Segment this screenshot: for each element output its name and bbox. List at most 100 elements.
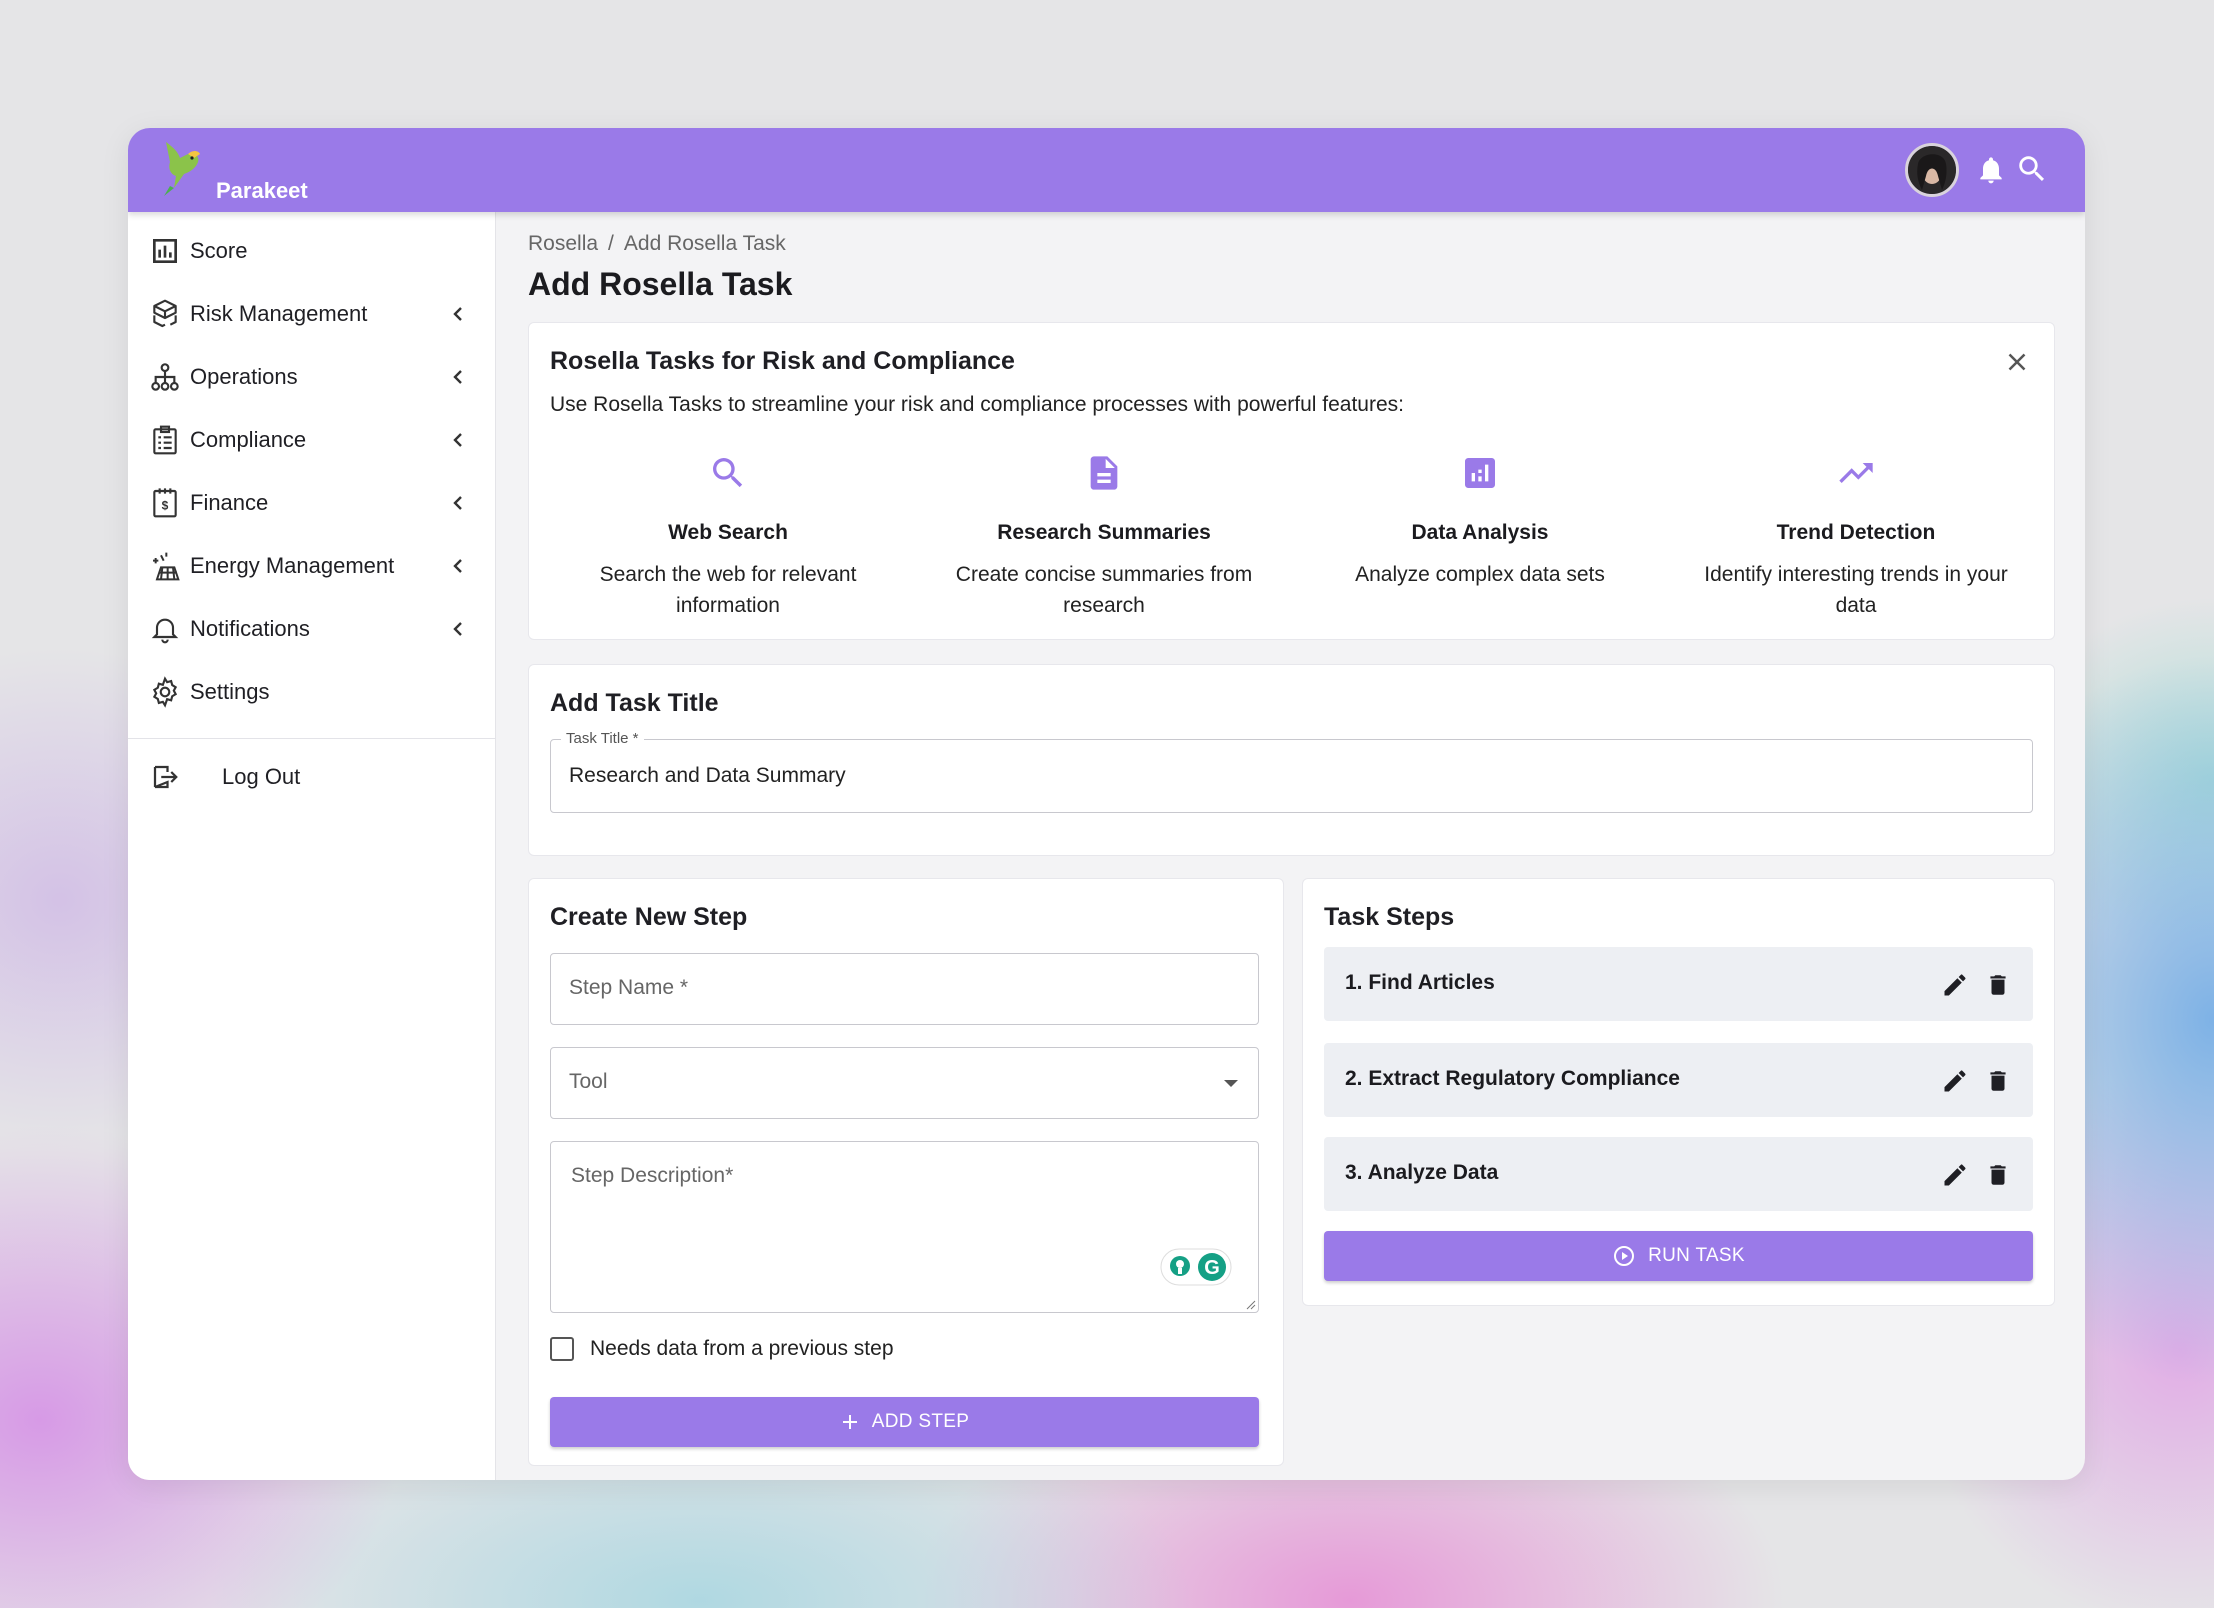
feature-description: Search the web for relevant information bbox=[599, 563, 857, 617]
sidebar-item-label: Risk Management bbox=[190, 301, 368, 326]
chevron-left-icon bbox=[453, 559, 462, 573]
run-task-label: RUN TASK bbox=[1648, 1245, 1745, 1266]
add-step-label: ADD STEP bbox=[871, 1411, 970, 1432]
sidebar-item-risk-management[interactable]: Risk Management bbox=[148, 292, 478, 336]
feature-web-search: Web Search Search the web for relevant i… bbox=[558, 453, 898, 621]
close-icon[interactable] bbox=[2002, 347, 2032, 377]
run-task-button[interactable]: RUN TASK bbox=[1324, 1231, 2033, 1281]
delete-trash-icon[interactable] bbox=[1985, 1067, 2011, 1095]
plus-icon bbox=[842, 1415, 857, 1429]
notifications-bell-icon[interactable] bbox=[1975, 154, 2007, 186]
parakeet-logo[interactable]: Parakeet bbox=[154, 138, 308, 203]
chevron-left-icon bbox=[453, 433, 462, 447]
feature-title: Data Analysis bbox=[1411, 521, 1549, 544]
sidebar-item-label: Notifications bbox=[190, 616, 310, 641]
bell-icon bbox=[148, 612, 182, 646]
sidebar-item-operations[interactable]: Operations bbox=[148, 355, 478, 399]
main-content: Rosella / Add Rosella Task Add Rosella Tas… bbox=[497, 212, 2085, 1480]
sidebar-item-notifications[interactable]: Notifications bbox=[148, 607, 478, 651]
checklist-icon bbox=[148, 423, 182, 457]
play-circle-icon bbox=[1614, 1246, 1635, 1266]
sidebar-item-finance[interactable]: $ Finance bbox=[148, 481, 478, 525]
task-step-row[interactable]: 1. Find Articles bbox=[1324, 947, 2033, 1021]
bar-chart-icon bbox=[148, 234, 182, 268]
task-steps-heading: Task Steps bbox=[1324, 903, 1455, 931]
create-step-heading: Create New Step bbox=[550, 903, 748, 931]
task-title-card: Add Task Title Task Title * Research and… bbox=[528, 664, 2055, 856]
delete-trash-icon[interactable] bbox=[1985, 971, 2011, 999]
feature-title: Research Summaries bbox=[997, 521, 1211, 544]
step-name-input[interactable]: Step Name * bbox=[550, 953, 1259, 1025]
search-icon[interactable] bbox=[2015, 152, 2049, 186]
feature-title: Trend Detection bbox=[1776, 521, 1936, 544]
sidebar-divider bbox=[128, 738, 496, 739]
logout-label: Log Out bbox=[222, 764, 301, 789]
search-icon bbox=[708, 453, 748, 493]
sidebar: Score Risk Management Operations Complia… bbox=[128, 212, 496, 1480]
svg-text:G: G bbox=[1204, 1257, 1220, 1279]
logout-button[interactable]: Log Out bbox=[148, 755, 478, 799]
checkbox-label: Needs data from a previous step bbox=[590, 1337, 894, 1360]
task-title-field[interactable]: Task Title * Research and Data Summary bbox=[550, 730, 2033, 813]
edit-pencil-icon[interactable] bbox=[1941, 971, 1969, 999]
chevron-left-icon bbox=[453, 370, 462, 384]
needs-previous-data-checkbox[interactable]: Needs data from a previous step bbox=[550, 1337, 894, 1361]
energy-icon bbox=[148, 549, 182, 583]
info-title: Rosella Tasks for Risk and Compliance bbox=[550, 347, 1015, 375]
task-steps-card: Task Steps 1. Find Articles 2. Extract R… bbox=[1302, 878, 2055, 1306]
task-step-title: 2. Extract Regulatory Compliance bbox=[1345, 1067, 1680, 1090]
hierarchy-icon bbox=[148, 360, 182, 394]
step-description-textarea[interactable]: Step Description* G bbox=[550, 1141, 1259, 1313]
svg-text:$: $ bbox=[162, 499, 169, 513]
sidebar-item-compliance[interactable]: Compliance bbox=[148, 418, 478, 462]
step-name-placeholder: Step Name * bbox=[569, 976, 689, 999]
edit-pencil-icon[interactable] bbox=[1941, 1161, 1969, 1189]
step-description-placeholder: Step Description* bbox=[571, 1164, 734, 1187]
feature-description: Create concise summaries from research bbox=[955, 563, 1253, 617]
tool-placeholder: Tool bbox=[569, 1070, 608, 1093]
sidebar-item-energy-management[interactable]: Energy Management bbox=[148, 544, 478, 588]
document-icon bbox=[1084, 453, 1124, 493]
chevron-left-icon bbox=[453, 307, 462, 321]
top-bar: Parakeet bbox=[128, 128, 2085, 212]
page-title: Add Rosella Task bbox=[528, 266, 793, 302]
delete-trash-icon[interactable] bbox=[1985, 1161, 2011, 1189]
feature-title: Web Search bbox=[668, 521, 788, 544]
analytics-icon bbox=[1460, 453, 1500, 493]
sidebar-item-label: Settings bbox=[190, 679, 270, 704]
info-description: Use Rosella Tasks to streamline your ris… bbox=[550, 393, 1404, 416]
sidebar-item-label: Energy Management bbox=[190, 553, 395, 578]
chevron-left-icon bbox=[453, 496, 462, 510]
add-step-button[interactable]: ADD STEP bbox=[550, 1397, 1259, 1447]
logout-icon bbox=[148, 760, 182, 794]
sidebar-item-settings[interactable]: Settings bbox=[148, 670, 478, 714]
sidebar-item-label: Score bbox=[190, 238, 248, 263]
grammarly-icon[interactable]: G bbox=[1160, 1248, 1232, 1286]
edit-pencil-icon[interactable] bbox=[1941, 1067, 1969, 1095]
resize-handle-icon[interactable] bbox=[1244, 1298, 1256, 1310]
breadcrumb: Rosella / Add Rosella Task bbox=[528, 232, 796, 256]
tool-select[interactable]: Tool bbox=[550, 1047, 1259, 1119]
task-title-value: Research and Data Summary bbox=[569, 764, 846, 787]
feature-description: Analyze complex data sets bbox=[1355, 563, 1605, 586]
dropdown-arrow-icon bbox=[1224, 1080, 1238, 1087]
task-step-title: 3. Analyze Data bbox=[1345, 1161, 1499, 1184]
user-avatar[interactable] bbox=[1905, 143, 1959, 197]
breadcrumb-root[interactable]: Rosella bbox=[528, 232, 598, 255]
sidebar-item-label: Operations bbox=[190, 364, 298, 389]
trending-up-icon bbox=[1836, 453, 1876, 493]
sidebar-item-label: Finance bbox=[190, 490, 269, 515]
cubes-icon bbox=[148, 297, 182, 331]
app-name: Parakeet bbox=[216, 178, 308, 203]
task-step-row[interactable]: 2. Extract Regulatory Compliance bbox=[1324, 1043, 2033, 1117]
sidebar-item-score[interactable]: Score bbox=[148, 229, 478, 273]
task-step-row[interactable]: 3. Analyze Data bbox=[1324, 1137, 2033, 1211]
checkbox-box[interactable] bbox=[550, 1337, 574, 1361]
chevron-left-icon bbox=[453, 622, 462, 636]
info-panel: Rosella Tasks for Risk and Compliance Us… bbox=[528, 322, 2055, 640]
task-title-heading: Add Task Title bbox=[550, 689, 719, 717]
app-window: Parakeet Score Risk Management Operation… bbox=[128, 128, 2085, 1480]
feature-data-analysis: Data Analysis Analyze complex data sets bbox=[1310, 453, 1650, 590]
feature-research-summaries: Research Summaries Create concise summar… bbox=[934, 453, 1274, 621]
gear-icon bbox=[148, 675, 182, 709]
